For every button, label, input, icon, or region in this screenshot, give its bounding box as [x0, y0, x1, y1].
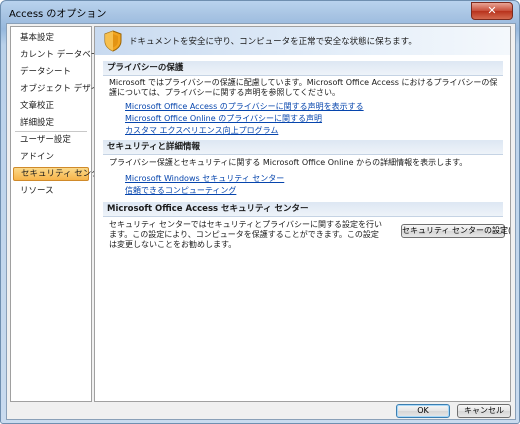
title-bar[interactable]: Access のオプション ✕ — [1, 1, 519, 23]
sidebar-item-current-database[interactable]: カレント データベース — [13, 48, 107, 62]
trust-center-settings-button[interactable]: セキュリティ センターの設定(T)... — [401, 224, 510, 238]
trust-center-section-header: Microsoft Office Access セキュリティ センター — [103, 202, 503, 217]
shield-icon — [104, 30, 122, 52]
link-office-online-privacy[interactable]: Microsoft Office Online のプライバシーに関する声明 — [125, 113, 322, 124]
sidebar-item-trust-center[interactable]: セキュリティ センター — [13, 167, 108, 181]
sidebar: 基本設定 カレント データベース データシート オブジェクト デザイナ 文章校正… — [10, 26, 108, 402]
sidebar-item-resources[interactable]: リソース — [13, 184, 89, 198]
security-section-header: セキュリティと詳細情報 — [103, 140, 503, 155]
close-button[interactable]: ✕ — [471, 2, 513, 20]
sidebar-divider — [15, 131, 87, 132]
sidebar-item-customize[interactable]: ユーザー設定 — [13, 133, 89, 147]
trust-center-description: セキュリティ センターではセキュリティとプライバシーに関する設定を行います。この… — [109, 220, 382, 249]
link-trustworthy-computing[interactable]: 信頼できるコンピューティング — [125, 185, 236, 196]
security-description: プライバシー保護とセキュリティに関する Microsoft Office Onl… — [109, 158, 468, 167]
sidebar-item-advanced[interactable]: 詳細設定 — [13, 116, 89, 130]
privacy-section-header: プライバシーの保護 — [103, 61, 503, 76]
link-windows-security-center[interactable]: Microsoft Windows セキュリティ センター — [125, 173, 284, 184]
ok-button[interactable]: OK — [396, 404, 450, 418]
window-title: Access のオプション — [9, 9, 107, 20]
content-panel: ドキュメントを安全に守り、コンピュータを正常で安全な状態に保ちます。 プライバシ… — [94, 26, 511, 402]
sidebar-item-proofing[interactable]: 文章校正 — [13, 99, 89, 113]
dialog-client-area: 基本設定 カレント データベース データシート オブジェクト デザイナ 文章校正… — [6, 23, 516, 420]
banner-text: ドキュメントを安全に守り、コンピュータを正常で安全な状態に保ちます。 — [129, 37, 417, 47]
sidebar-item-object-designer[interactable]: オブジェクト デザイナ — [13, 82, 108, 96]
banner: ドキュメントを安全に守り、コンピュータを正常で安全な状態に保ちます。 — [95, 27, 510, 55]
link-access-privacy-statement[interactable]: Microsoft Office Access のプライバシーに関する声明を表示… — [125, 101, 364, 112]
privacy-description: Microsoft ではプライバシーの保護に配慮しています。Microsoft … — [109, 78, 498, 97]
link-customer-experience-program[interactable]: カスタマ エクスペリエンス向上プログラム — [125, 125, 278, 136]
options-dialog: Access のオプション ✕ 基本設定 カレント データベース データシート … — [0, 0, 520, 424]
sidebar-item-addins[interactable]: アドイン — [13, 150, 89, 164]
sidebar-item-datasheet[interactable]: データシート — [13, 65, 89, 79]
sidebar-item-basic[interactable]: 基本設定 — [13, 31, 89, 45]
cancel-button[interactable]: キャンセル — [457, 404, 511, 418]
